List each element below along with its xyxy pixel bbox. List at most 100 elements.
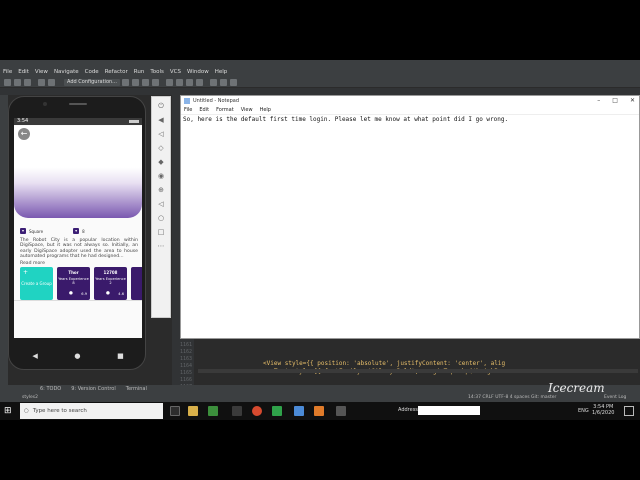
tab-terminal[interactable]: Terminal <box>126 385 147 394</box>
settings-icon[interactable] <box>210 79 217 86</box>
git-commit-icon[interactable] <box>176 79 183 86</box>
undo-icon[interactable] <box>38 79 45 86</box>
notepad-menu-file[interactable]: File <box>184 106 192 114</box>
back-icon[interactable]: ◁ <box>156 199 166 209</box>
app-icon[interactable] <box>336 406 346 416</box>
structure-icon[interactable] <box>220 79 227 86</box>
app-icon[interactable] <box>232 406 242 416</box>
menu-run[interactable]: Run <box>134 68 145 77</box>
volume-up-icon[interactable]: ◀ <box>156 115 166 125</box>
notepad-menu-view[interactable]: View <box>241 106 253 114</box>
person-icon: ● <box>69 291 73 296</box>
debug-icon[interactable] <box>132 79 139 86</box>
android-studio-icon[interactable] <box>208 406 218 416</box>
zoom-icon[interactable]: ⊕ <box>156 185 166 195</box>
group-cards-carousel[interactable]: + Create a Group Thor Years Experience 8… <box>20 267 142 300</box>
taskbar-search-box[interactable]: ○ Type here to search <box>20 403 163 419</box>
plus-icon: + <box>23 269 29 276</box>
chrome-icon[interactable] <box>252 406 262 416</box>
rotate-right-icon[interactable]: ◆ <box>156 157 166 167</box>
menu-code[interactable]: Code <box>85 68 99 77</box>
volume-down-icon[interactable]: ◁ <box>156 129 166 139</box>
power-icon[interactable]: ⏻ <box>156 101 166 111</box>
line-number: 1162 <box>179 349 192 355</box>
stat-label: Square <box>29 228 44 234</box>
profile-icon[interactable] <box>142 79 149 86</box>
group-card-count: 6.9 <box>81 292 87 296</box>
group-card[interactable]: Ex <box>131 267 142 300</box>
group-card[interactable]: 12708 Years Experience 2 ● 4.6 <box>94 267 127 300</box>
tab-version-control[interactable]: 9: Version Control <box>71 385 116 394</box>
line-number: 1161 <box>179 342 192 348</box>
menu-help[interactable]: Help <box>215 68 228 77</box>
minimize-icon[interactable]: – <box>597 96 600 106</box>
stat-label: 8 <box>82 228 85 234</box>
notepad-menu-format[interactable]: Format <box>216 106 234 114</box>
add-configuration-button[interactable]: Add Configuration... <box>64 79 120 86</box>
notepad-text-area[interactable]: So, here is the default first time login… <box>183 116 633 123</box>
android-status-bar: 3:54 <box>14 118 142 125</box>
search-icon[interactable] <box>230 79 237 86</box>
hero-image <box>14 126 142 218</box>
app-bottom-area <box>14 300 142 338</box>
task-view-icon[interactable] <box>170 406 180 416</box>
group-card-title: Thor <box>68 270 79 275</box>
recorder-icon[interactable] <box>314 406 324 416</box>
maximize-icon[interactable]: □ <box>612 96 618 106</box>
close-icon[interactable]: ✕ <box>630 96 635 106</box>
back-icon[interactable]: ◀ <box>32 352 37 360</box>
emulator-icon[interactable] <box>272 406 282 416</box>
notepad-taskbar-icon[interactable] <box>294 406 304 416</box>
menu-vcs[interactable]: VCS <box>170 68 181 77</box>
horizontal-scrollbar[interactable] <box>198 369 638 373</box>
redo-icon[interactable] <box>48 79 55 86</box>
history-icon[interactable] <box>186 79 193 86</box>
run-icon[interactable] <box>122 79 129 86</box>
emulator-toolbar: ⏻ ◀ ◁ ◇ ◆ ◉ ⊕ ◁ ○ □ ⋯ <box>151 96 171 318</box>
ide-status-bar: styles2 14:37 CRLF UTF-8 4 spaces Git: m… <box>0 394 640 402</box>
language-indicator[interactable]: ENG <box>578 408 589 414</box>
address-input[interactable] <box>418 406 480 415</box>
editor-tab-name[interactable]: styles2 <box>22 394 38 402</box>
notepad-title-bar[interactable]: Untitled - Notepad – □ ✕ <box>181 96 639 106</box>
menu-window[interactable]: Window <box>187 68 209 77</box>
event-log-button[interactable]: Event Log <box>604 394 626 402</box>
notepad-menu-help[interactable]: Help <box>260 106 271 114</box>
android-nav-bar: ◀ ● ■ <box>14 349 142 363</box>
windows-start-icon[interactable]: ⊞ <box>4 406 14 416</box>
recents-icon[interactable]: ■ <box>117 352 124 360</box>
save-icon[interactable] <box>14 79 21 86</box>
phone-screen: 3:54 ← ▾ Square ▾ 8 The Robot City is a … <box>14 118 142 338</box>
rotate-left-icon[interactable]: ◇ <box>156 143 166 153</box>
location-description: The Robot City is a popular location wit… <box>20 238 138 260</box>
group-card-title: 12708 <box>103 270 118 275</box>
notification-icon[interactable] <box>624 406 634 416</box>
home-icon[interactable]: ● <box>74 352 80 360</box>
screenshot-icon[interactable]: ◉ <box>156 171 166 181</box>
menu-edit[interactable]: Edit <box>18 68 29 77</box>
more-icon[interactable]: ⋯ <box>156 241 166 251</box>
ide-toolbar: Add Configuration... <box>0 77 640 88</box>
menu-view[interactable]: View <box>35 68 48 77</box>
file-explorer-icon[interactable] <box>188 406 198 416</box>
home-icon[interactable]: ○ <box>156 213 166 223</box>
clock[interactable]: 3:54 PM 1/6/2020 <box>592 404 614 416</box>
create-group-card[interactable]: + Create a Group <box>20 267 53 300</box>
group-card[interactable]: Thor Years Experience 8 ● 6.9 <box>57 267 90 300</box>
sync-icon[interactable] <box>24 79 31 86</box>
person-icon: ● <box>106 291 110 296</box>
menu-navigate[interactable]: Navigate <box>54 68 79 77</box>
tab-todo[interactable]: 6: TODO <box>40 385 61 394</box>
open-icon[interactable] <box>4 79 11 86</box>
menu-file[interactable]: File <box>3 68 12 77</box>
overview-icon[interactable]: □ <box>156 227 166 237</box>
window-controls: – □ ✕ <box>597 96 635 106</box>
back-arrow-icon[interactable]: ← <box>18 128 30 140</box>
menu-tools[interactable]: Tools <box>150 68 164 77</box>
notepad-menu-edit[interactable]: Edit <box>199 106 209 114</box>
git-update-icon[interactable] <box>166 79 173 86</box>
stop-icon[interactable] <box>152 79 159 86</box>
menu-refactor[interactable]: Refactor <box>105 68 128 77</box>
read-more-link[interactable]: Read more <box>20 261 45 266</box>
rollback-icon[interactable] <box>196 79 203 86</box>
